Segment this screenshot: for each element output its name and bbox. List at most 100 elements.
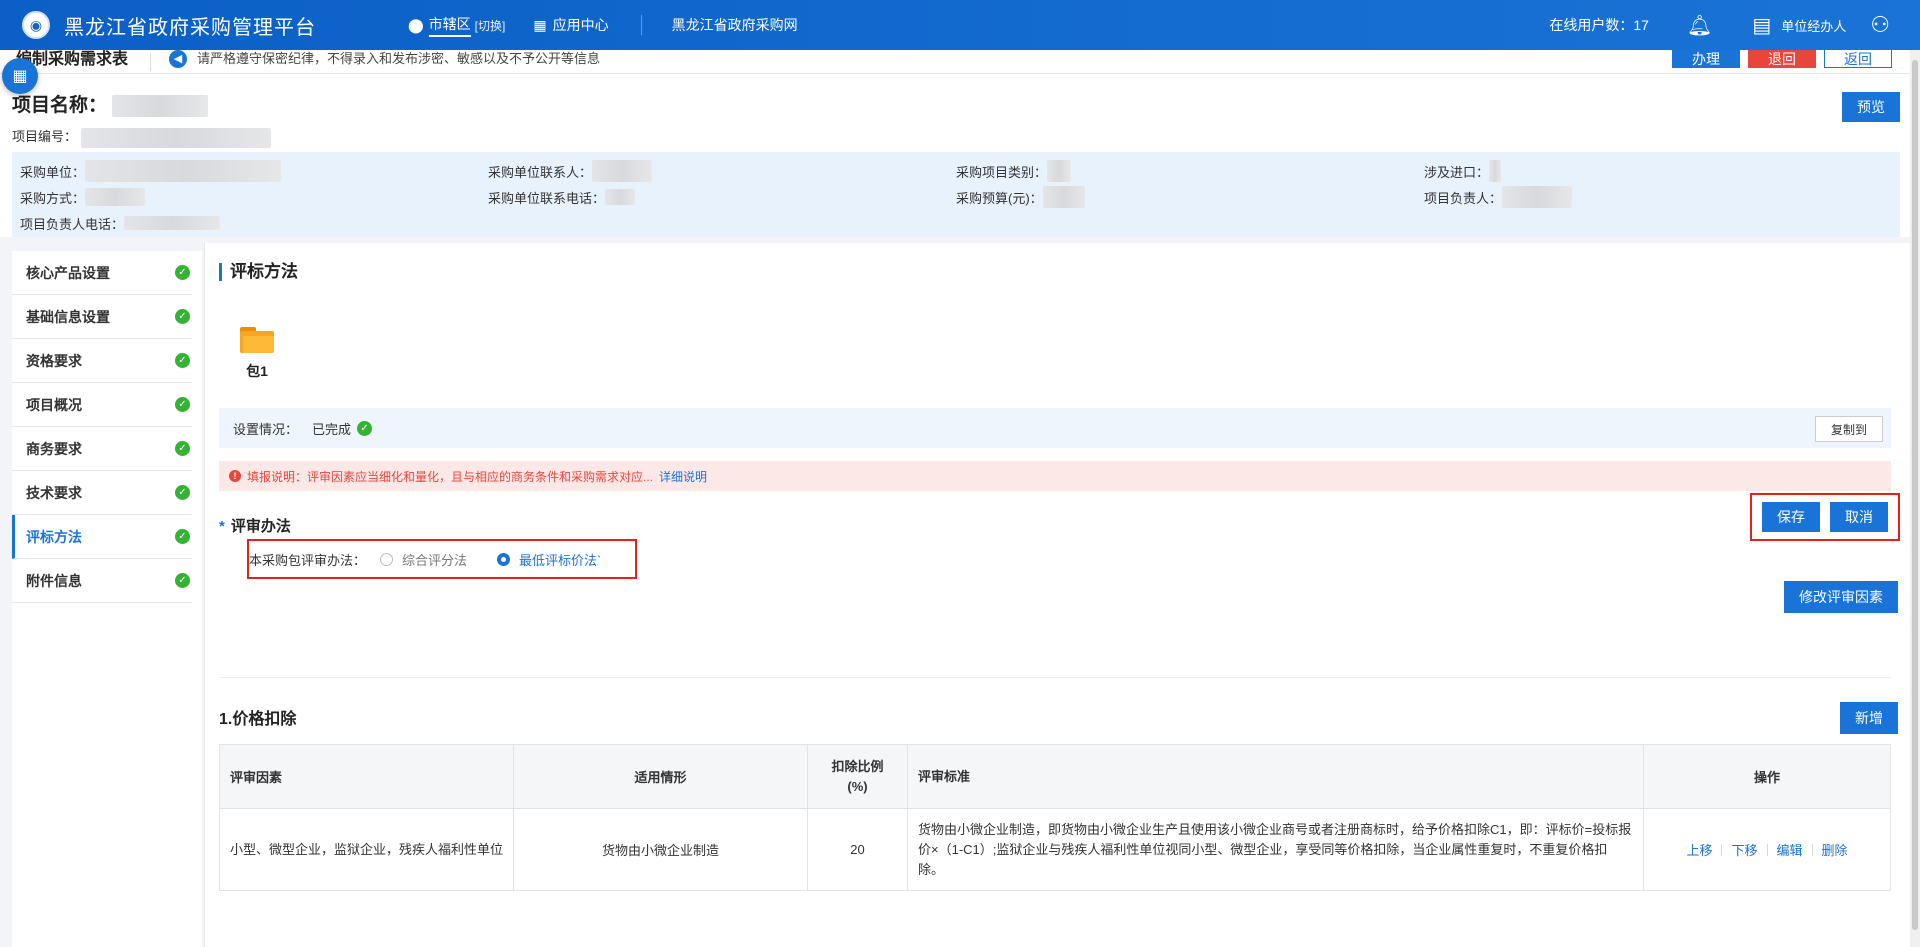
save-cancel-group: 保存 取消 [1750,493,1900,541]
redacted-value [85,160,282,182]
scrollbar-thumb[interactable] [1912,60,1918,930]
redacted-value [592,160,653,182]
edit-link[interactable]: 编辑 [1777,840,1803,859]
package-tab[interactable]: 包1 [235,327,279,381]
copy-to-button[interactable]: 复制到 [1815,416,1883,442]
check-circle-icon: ✓ [175,397,190,412]
region-label: 市辖区 [428,14,471,37]
project-name: 项目名称： [12,90,209,117]
method-prompt: 本采购包评审办法： [249,552,367,568]
redacted-value [1047,160,1072,182]
top-header: ◉ 黑龙江省政府采购管理平台 ⬤ 市辖区 [切换] ▦ 应用中心 黑龙江省政府采… [0,0,1920,50]
radio-checked-icon [497,552,511,566]
info-row: 采购方式： 采购单位联系电话： 采购预算(元)： 项目负责人： [20,184,1892,210]
check-circle-icon: ✓ [357,420,373,436]
nav-item-label: 项目概况 [26,396,82,413]
location-pin-icon: ⬤ [408,16,424,33]
region-selector[interactable]: ⬤ 市辖区 [切换] [408,14,505,37]
sub-header: 编制采购需求表 ◀ 请严格遵守保密纪律，不得录入和发布涉密、敏感以及不予公开等信… [0,50,1910,74]
check-circle-icon: ✓ [175,529,190,544]
info-label: 采购项目类别： [956,164,1048,180]
method-selector: 本采购包评审办法： 综合评分法 最低评标价法` [247,539,637,579]
check-circle-icon: ✓ [175,353,190,368]
info-label: 采购单位联系人： [488,164,593,180]
agent-label: 单位经办人 [1781,18,1847,34]
nav-item-label: 技术要求 [26,484,82,501]
section-title: 评标方法 [219,263,298,281]
info-cell: 项目负责人电话： [20,214,493,233]
radio-label: 最低评标价法` [519,552,602,568]
nav-item-core-product[interactable]: 核心产品设置 ✓ [12,251,192,295]
back-button[interactable]: 返回 [1824,50,1892,68]
status-value: 已完成 ✓ [312,419,373,438]
evaluation-method-title: * 评审办法 [219,515,291,536]
region-switch-link[interactable]: [切换] [475,17,506,34]
nav-item-business[interactable]: 商务要求 ✓ [12,427,192,471]
document-user-icon: ▤ [1752,14,1772,37]
info-row: 采购单位： 采购单位联系人： 采购项目类别： 涉及进口： [20,158,1892,184]
preview-button[interactable]: 预览 [1842,92,1900,122]
info-label: 项目负责人电话： [20,216,125,232]
grid-icon: ▦ [12,68,28,85]
cell-standard: 货物由小微企业制造，即货物由小微企业生产且使用该小微企业商号或者注册商标时，给予… [907,808,1644,891]
app-center-label: 应用中心 [552,17,609,33]
subbar-divider [150,52,152,71]
handle-button[interactable]: 办理 [1672,50,1740,68]
check-circle-icon: ✓ [175,309,190,324]
col-ops: 操作 [1643,744,1891,809]
info-label: 采购单位： [20,164,86,180]
app-grid-float-button[interactable]: ▦ [2,58,38,94]
agent-menu[interactable]: ▤ 单位经办人 [1752,13,1846,38]
vertical-scrollbar[interactable] [1910,50,1920,947]
info-label: 采购方式： [20,190,86,206]
info-label: 采购单位联系电话： [488,190,606,206]
check-circle-icon: ✓ [175,441,190,456]
online-users: 在线用户数：17 [1549,17,1649,33]
delete-link[interactable]: 删除 [1822,840,1848,859]
site-link[interactable]: 黑龙江省政府采购网 [672,15,798,35]
app-center-link[interactable]: ▦ 应用中心 [533,15,608,35]
modify-factors-button[interactable]: 修改评审因素 [1784,581,1898,613]
radio-lowest-price[interactable]: 最低评标价法` [497,550,601,569]
info-cell: 采购单位联系人： [488,160,956,182]
redacted-value [85,188,146,206]
add-button[interactable]: 新增 [1840,702,1898,734]
info-row: 项目负责人电话： [20,210,1892,236]
nav-item-qualification[interactable]: 资格要求 ✓ [12,339,192,383]
method-title-text: 评审办法 [230,518,291,535]
save-button[interactable]: 保存 [1762,502,1820,532]
package-label: 包1 [246,363,268,379]
user-icon[interactable]: ⚇ [1870,12,1890,38]
nav-item-basic-info[interactable]: 基础信息设置 ✓ [12,295,192,339]
cancel-button[interactable]: 取消 [1830,502,1888,532]
redacted-value [80,127,271,148]
nav-item-label: 核心产品设置 [26,264,110,281]
info-cell: 采购项目类别： [956,160,1424,182]
sub-actions: 办理 退回 返回 [1672,50,1892,68]
folder-icon [240,327,274,353]
nav-item-attachments[interactable]: 附件信息 ✓ [12,559,192,603]
project-name-label: 项目名称： [12,95,108,116]
nav-item-evaluation-method[interactable]: 评标方法 ✓ [12,515,192,559]
detail-link[interactable]: 详细说明 [659,468,707,485]
move-down-link[interactable]: 下移 [1731,840,1757,859]
info-cell: 项目负责人： [1424,186,1892,208]
section-divider [219,677,1891,678]
bell-icon[interactable]: 🔔︎ [1687,13,1712,38]
info-cell: 采购单位： [20,160,488,182]
reject-button[interactable]: 退回 [1748,50,1816,68]
status-value-text: 已完成 [312,421,352,437]
notice-text: 请严格遵守保密纪律，不得录入和发布涉密、敏感以及不予公开等信息 [197,51,601,66]
platform-title: 黑龙江省政府采购管理平台 [64,16,316,39]
emblem-icon: ◉ [22,11,50,39]
project-number: 项目编号： [12,126,271,148]
col-ratio: 扣除比例(%) [807,744,908,809]
radio-comprehensive-scoring[interactable]: 综合评分法 [380,550,467,569]
move-up-link[interactable]: 上移 [1686,840,1712,859]
check-circle-icon: ✓ [175,265,190,280]
info-label: 采购预算(元)： [956,190,1043,206]
speaker-icon: ◀ [169,50,188,68]
col-case: 适用情形 [513,744,808,809]
nav-item-overview[interactable]: 项目概况 ✓ [12,383,192,427]
nav-item-technical[interactable]: 技术要求 ✓ [12,471,192,515]
